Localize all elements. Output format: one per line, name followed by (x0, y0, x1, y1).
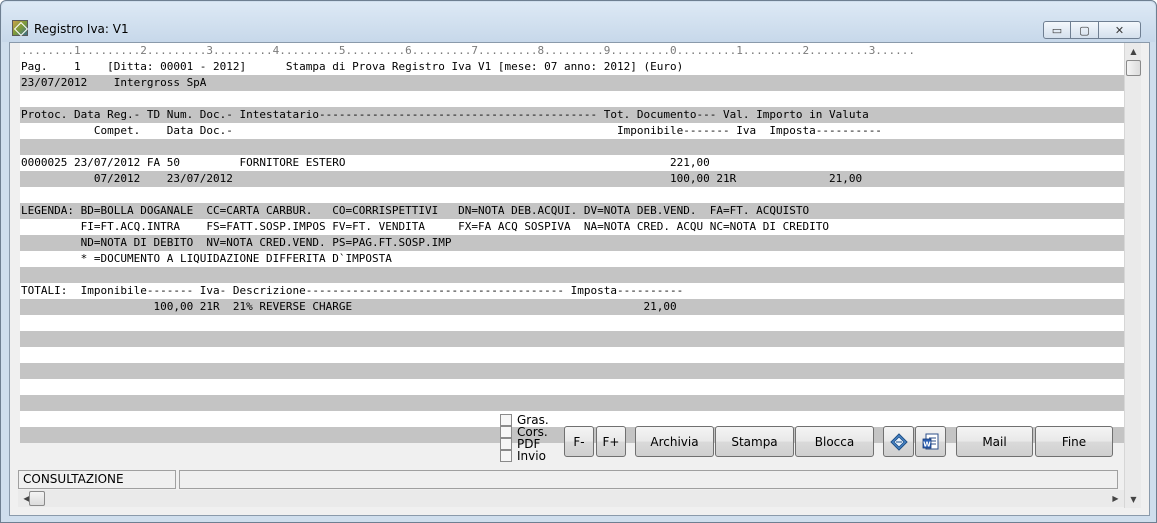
vertical-scrollbar[interactable]: ▲ ▼ (1124, 43, 1141, 508)
report-line (20, 411, 1124, 427)
report-line (20, 379, 1124, 395)
font-decrease-button[interactable]: F- (564, 426, 594, 457)
column-ruler: ........1.........2.........3.........4.… (20, 43, 1124, 59)
scroll-down-icon[interactable]: ▼ (1125, 491, 1142, 508)
report-line: 100,00 21R 21% REVERSE CHARGE 21,00 (20, 299, 1124, 315)
report-line: TOTALI: Imponibile------- Iva- Descrizio… (21, 284, 684, 297)
vertical-scroll-thumb[interactable] (1126, 60, 1141, 76)
cors-checkbox[interactable] (500, 426, 512, 438)
report-line (20, 187, 1124, 203)
report-line (20, 267, 1124, 283)
report-line: Compet. Data Doc.- Imponibile------- Iva… (21, 124, 882, 137)
maximize-icon: ▢ (1079, 23, 1090, 37)
report-line: LEGENDA: BD=BOLLA DOGANALE CC=CARTA CARB… (20, 203, 1124, 219)
report-line (20, 363, 1124, 379)
window-controls: ▭ ▢ ✕ (1043, 21, 1141, 39)
status-message (179, 470, 1118, 489)
horizontal-scroll-thumb[interactable] (29, 491, 45, 506)
report-line: FI=FT.ACQ.INTRA FS=FATT.SOSP.IMPOS FV=FT… (21, 220, 829, 233)
gras-checkbox[interactable] (500, 414, 512, 426)
status-mode: CONSULTAZIONE (18, 470, 176, 489)
report-line: Protoc. Data Reg.- TD Num. Doc.- Intesta… (20, 107, 1124, 123)
svg-text:W: W (923, 440, 931, 448)
app-logo-icon (12, 20, 28, 36)
app-window: Registro Iva: V1 ▭ ▢ ✕ ........1........… (0, 0, 1157, 523)
close-icon: ✕ (1114, 23, 1125, 37)
maximize-button[interactable]: ▢ (1071, 21, 1099, 39)
client-area: ........1.........2.........3.........4.… (9, 42, 1150, 516)
blocca-button[interactable]: Blocca (795, 426, 874, 457)
horizontal-scrollbar[interactable]: ◀ ▶ (18, 490, 1124, 507)
minimize-icon: ▭ (1051, 23, 1063, 37)
report-line (20, 331, 1124, 347)
title-bar[interactable]: Registro Iva: V1 ▭ ▢ ✕ (2, 2, 1155, 42)
report-line: ND=NOTA DI DEBITO NV=NOTA CRED.VEND. PS=… (20, 235, 1124, 251)
report-line: 23/07/2012 Intergross SpA (20, 75, 1124, 91)
scroll-right-icon[interactable]: ▶ (1107, 490, 1124, 507)
export-word-button[interactable]: W (915, 426, 946, 457)
report-preview: ........1.........2.........3.........4.… (20, 43, 1124, 443)
erase-button[interactable] (883, 426, 914, 457)
mail-button[interactable]: Mail (956, 426, 1033, 457)
font-increase-button[interactable]: F+ (596, 426, 626, 457)
report-line (20, 395, 1124, 411)
scroll-up-icon[interactable]: ▲ (1125, 43, 1142, 60)
report-line: Pag. 1 [Ditta: 00001 - 2012] Stampa di P… (21, 60, 684, 73)
close-button[interactable]: ✕ (1099, 21, 1141, 39)
fine-button[interactable]: Fine (1035, 426, 1113, 457)
archivia-button[interactable]: Archivia (635, 426, 714, 457)
report-line (20, 315, 1124, 331)
stampa-button[interactable]: Stampa (715, 426, 794, 457)
pdf-checkbox[interactable] (500, 438, 512, 450)
eraser-icon (889, 432, 908, 451)
minimize-button[interactable]: ▭ (1043, 21, 1071, 39)
option-invio[interactable]: Invio (500, 450, 560, 462)
report-line: 07/2012 23/07/2012 100,00 21R 21,00 (20, 171, 1124, 187)
report-line (20, 91, 1124, 107)
print-options: Gras. Cors. PDF Invio (500, 414, 560, 462)
word-document-icon: W (922, 433, 940, 451)
invio-label: Invio (517, 449, 546, 463)
report-line: 0000025 23/07/2012 FA 50 FORNITORE ESTER… (21, 156, 710, 169)
window-title: Registro Iva: V1 (34, 22, 129, 36)
report-line (20, 347, 1124, 363)
report-line (20, 139, 1124, 155)
report-line: * =DOCUMENTO A LIQUIDAZIONE DIFFERITA D`… (21, 252, 392, 265)
invio-checkbox[interactable] (500, 450, 512, 462)
